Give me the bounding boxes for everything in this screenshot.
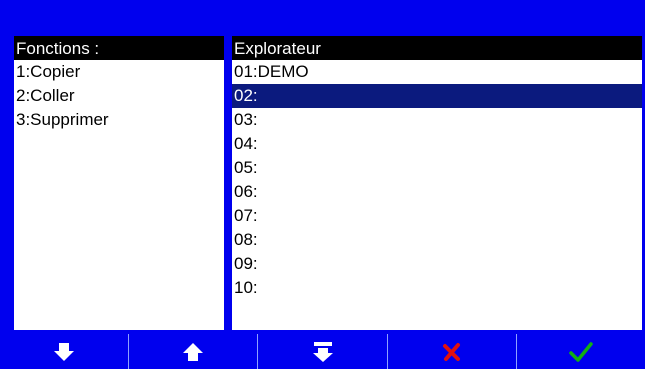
explorer-item[interactable]: 09:	[232, 252, 642, 276]
functions-panel: Fonctions : 1:Copier 2:Coller 3:Supprime…	[14, 36, 224, 330]
explorer-item[interactable]: 07:	[232, 204, 642, 228]
cancel-button[interactable]	[388, 334, 517, 369]
double-arrow-down-icon	[312, 341, 333, 362]
explorer-item[interactable]: 04:	[232, 132, 642, 156]
function-item-coller[interactable]: 2:Coller	[14, 84, 224, 108]
cancel-x-icon	[442, 342, 460, 361]
explorer-item[interactable]: 08:	[232, 228, 642, 252]
explorer-item[interactable]: 06:	[232, 180, 642, 204]
functions-header: Fonctions :	[14, 38, 224, 60]
explorer-item-selected[interactable]: 02:	[232, 84, 642, 108]
arrow-up-icon	[183, 342, 204, 361]
explorer-panel: Explorateur 01:DEMO 02: 03: 04: 05: 06: …	[232, 36, 642, 330]
confirm-button[interactable]	[517, 334, 645, 369]
page-down-button[interactable]	[258, 334, 388, 369]
arrow-down-icon	[54, 342, 75, 361]
move-down-button[interactable]	[0, 334, 130, 369]
explorer-item[interactable]: 05:	[232, 156, 642, 180]
explorer-item[interactable]: 01:DEMO	[232, 60, 642, 84]
confirm-check-icon	[569, 341, 593, 362]
function-item-supprimer[interactable]: 3:Supprimer	[14, 108, 224, 132]
screen: Fonctions : 1:Copier 2:Coller 3:Supprime…	[0, 0, 645, 369]
function-item-copier[interactable]: 1:Copier	[14, 60, 224, 84]
explorer-header: Explorateur	[232, 38, 642, 60]
bottom-toolbar	[0, 334, 645, 369]
explorer-item[interactable]: 03:	[232, 108, 642, 132]
move-up-button[interactable]	[129, 334, 259, 369]
explorer-item[interactable]: 10:	[232, 276, 642, 300]
